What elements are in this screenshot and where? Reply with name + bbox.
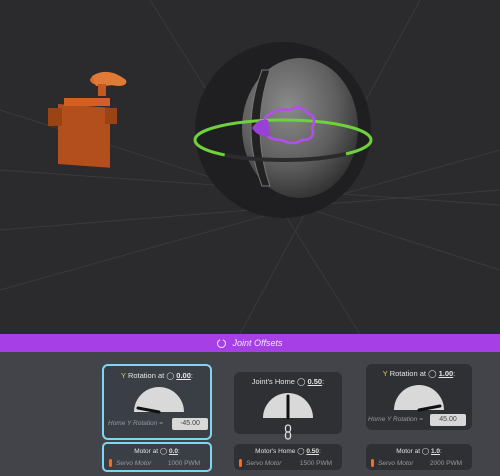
motor-card-center[interactable]: Motor's Home ◯ 0.50: Servo Motor 1500 PW… bbox=[234, 444, 342, 470]
thermometer-icon bbox=[109, 459, 112, 467]
rotation-gauge-left bbox=[134, 387, 184, 414]
motor-pwm-right: 2000 PWM bbox=[429, 460, 462, 467]
home-gauge bbox=[263, 393, 313, 420]
link-icon bbox=[284, 424, 292, 440]
servo-motor-model[interactable] bbox=[48, 71, 127, 168]
home-rotation-input-right[interactable]: 45.00 bbox=[430, 414, 466, 426]
motor-pwm-center: 1500 PWM bbox=[299, 460, 332, 467]
offsets-panel: Y Rotation at ◯ 0.00: Home Y Rotation = … bbox=[0, 352, 500, 476]
rotation-card-left[interactable]: Y Rotation at ◯ 0.00: Home Y Rotation = … bbox=[102, 364, 212, 440]
motor-type-left: Servo Motor bbox=[116, 460, 152, 467]
joint-offsets-header[interactable]: Joint Offsets bbox=[0, 334, 500, 352]
home-rotation-label-left: Home Y Rotation = bbox=[108, 420, 163, 427]
motor-card-right[interactable]: Motor at ◯ 1.0: Servo Motor 2000 PWM bbox=[366, 444, 472, 470]
home-rotation-label-right: Home Y Rotation = bbox=[368, 416, 423, 423]
scene-canvas[interactable] bbox=[0, 0, 500, 334]
home-rotation-input-left[interactable]: -45.00 bbox=[172, 418, 208, 430]
scene-viewport[interactable] bbox=[0, 0, 500, 334]
rotation-card-right[interactable]: Y Rotation at ◯ 1.00: Home Y Rotation = … bbox=[366, 364, 472, 430]
motor-type-right: Servo Motor bbox=[378, 460, 414, 467]
motor-type-center: Servo Motor bbox=[246, 460, 282, 467]
rotation-title-left: Y Rotation at ◯ 0.00: bbox=[121, 371, 193, 380]
rotation-gauge-right bbox=[394, 385, 444, 412]
rotate-icon bbox=[217, 336, 227, 348]
header-title: Joint Offsets bbox=[232, 338, 283, 348]
motor-card-left[interactable]: Motor at ◯ 0.0: Servo Motor 1000 PWM bbox=[102, 442, 212, 472]
thermometer-icon bbox=[371, 459, 374, 467]
thermometer-icon bbox=[239, 459, 242, 467]
motor-pwm-left: 1000 PWM bbox=[167, 460, 200, 467]
